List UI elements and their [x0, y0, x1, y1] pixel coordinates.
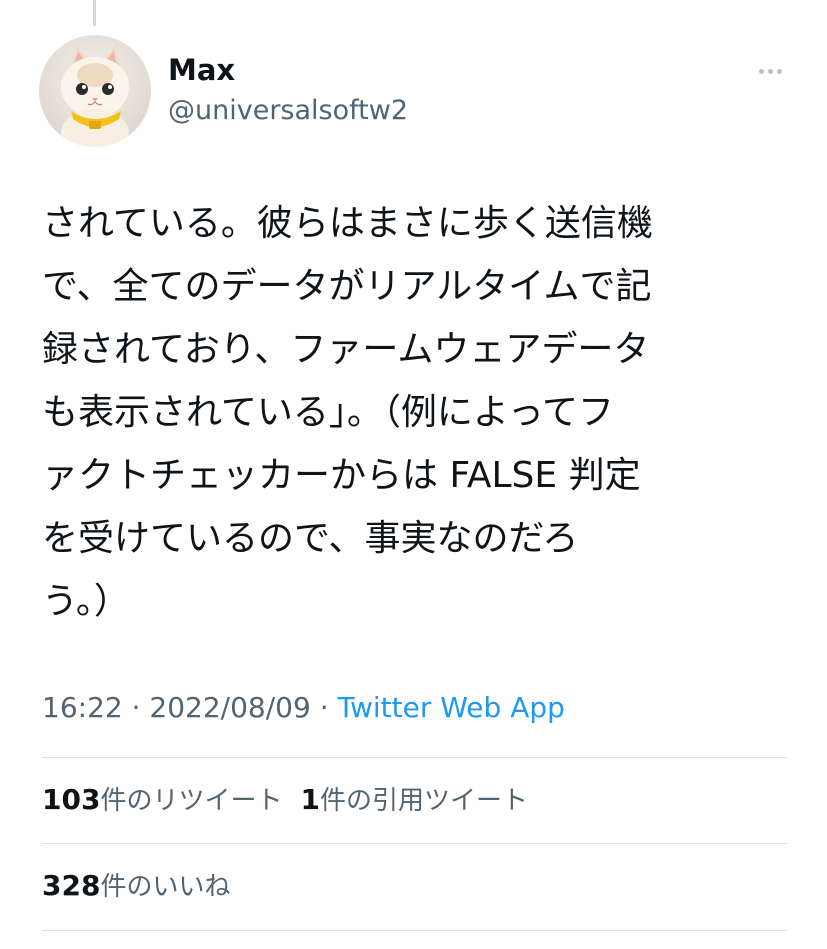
tweet-text: されている。彼らはまさに歩く送信機 で、全てのデータがリアルタイムで記 録されて… — [42, 203, 653, 622]
more-dot — [776, 68, 782, 74]
likes-stats[interactable]: 328件のいいね — [42, 866, 230, 907]
tweet-detail: Max @universalsoftw2 されている。彼らはまさに歩く送信機 で… — [0, 0, 827, 949]
quotes-stat[interactable]: 1件の引用ツイート — [300, 783, 528, 816]
tweet-time[interactable]: 16:22 — [42, 691, 123, 724]
more-dot — [758, 68, 764, 74]
retweets-label: 件のリツイート — [100, 786, 283, 816]
meta-separator: · — [310, 691, 338, 724]
author-handle[interactable]: @universalsoftw2 — [168, 92, 408, 130]
quotes-count: 1 — [300, 783, 320, 816]
retweet-quote-stats: 103件のリツイート 1件の引用ツイート — [42, 780, 528, 821]
likes-label: 件のいいね — [100, 872, 231, 902]
avatar[interactable] — [39, 35, 151, 147]
likes-count: 328 — [42, 869, 101, 902]
divider — [42, 930, 787, 931]
more-dot — [767, 68, 773, 74]
divider — [42, 757, 787, 758]
author-name[interactable]: Max — [168, 50, 235, 90]
tweet-meta: 16:22 · 2022/08/09 · Twitter Web App — [42, 688, 565, 728]
thread-connector-line — [93, 0, 96, 26]
source-app-link[interactable]: Twitter Web App — [338, 691, 565, 724]
divider — [42, 843, 787, 844]
quotes-label: 件の引用ツイート — [319, 786, 528, 816]
meta-separator: · — [122, 691, 150, 724]
retweets-count: 103 — [42, 783, 101, 816]
more-horizontal-icon[interactable] — [750, 56, 790, 86]
retweets-stat[interactable]: 103件のリツイート — [42, 783, 283, 816]
tweet-date[interactable]: 2022/08/09 — [149, 691, 310, 724]
